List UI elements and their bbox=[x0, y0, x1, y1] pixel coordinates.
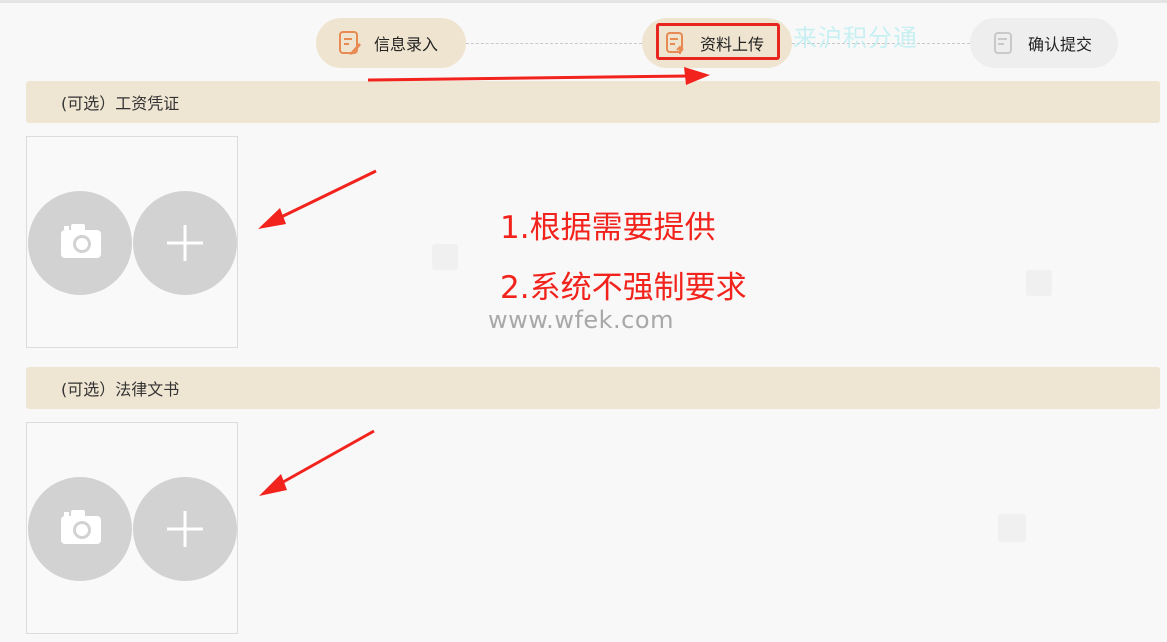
arrow-to-salary-upload bbox=[258, 169, 377, 229]
arrow-to-legal-upload bbox=[259, 429, 375, 496]
annotation-arrows bbox=[258, 67, 710, 496]
arrow-to-upload-step bbox=[367, 67, 710, 85]
